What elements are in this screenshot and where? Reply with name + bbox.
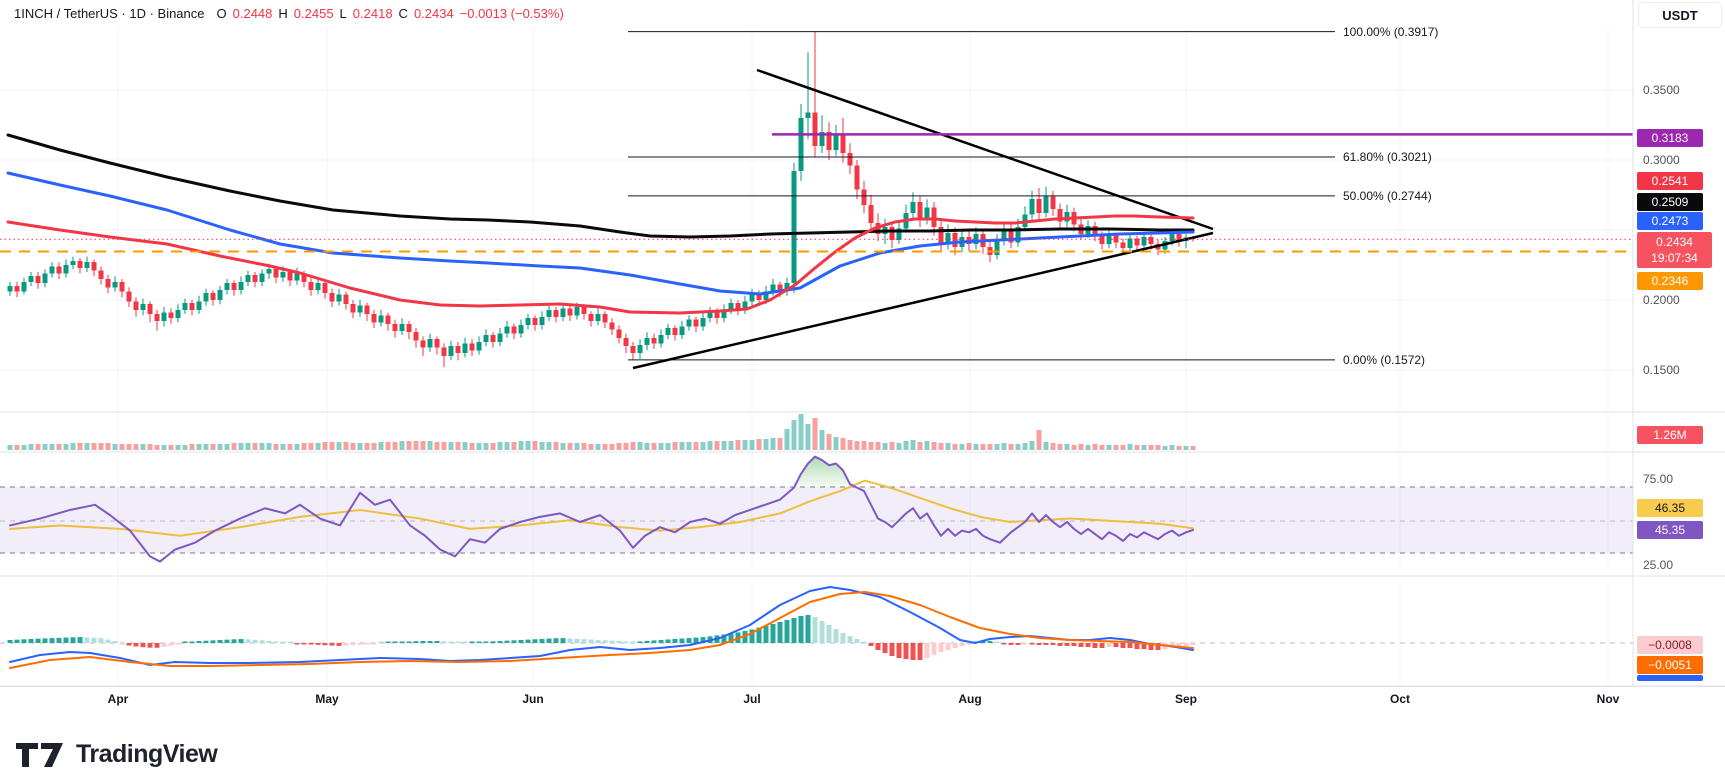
price-badge-orange-level: 0.2346: [1637, 272, 1703, 290]
axis-tick-label: 0.1500: [1643, 363, 1680, 377]
price-badge-purple-level: 0.3183: [1637, 129, 1703, 147]
open-value: 0.2448: [233, 6, 273, 21]
time-axis-label-sep: Sep: [1156, 692, 1216, 706]
macd-hist-badge: −0.0008: [1637, 636, 1703, 654]
fib-label-100[interactable]: 100.00% (0.3917): [1343, 25, 1438, 39]
chart-canvas[interactable]: [0, 0, 1725, 712]
time-axis-label-apr: Apr: [88, 692, 148, 706]
rsi-badge: 45.35: [1637, 521, 1703, 539]
macd-line-badge-clipped: [1637, 675, 1703, 681]
high-label: H: [278, 6, 287, 21]
low-label: L: [340, 6, 347, 21]
axis-tick-label: 25.00: [1643, 558, 1673, 572]
symbol-title: 1INCH / TetherUS · 1D · Binance: [14, 6, 205, 21]
currency-toggle-button[interactable]: USDT: [1638, 2, 1722, 28]
time-axis-label-jun: Jun: [503, 692, 563, 706]
time-axis-label-oct: Oct: [1370, 692, 1430, 706]
footer: TradingView: [0, 712, 1725, 784]
price-badge-ma-red: 0.2541: [1637, 172, 1703, 190]
fib-label-0[interactable]: 0.00% (0.1572): [1343, 353, 1425, 367]
axis-tick-label: 0.2000: [1643, 293, 1680, 307]
axis-tick-label: 0.3000: [1643, 153, 1680, 167]
open-label: O: [217, 6, 227, 21]
rsi-ma-badge: 46.35: [1637, 499, 1703, 517]
price-axis[interactable]: 0.3500 0.3000 0.2000 0.1500 75.00 25.00 0.318…: [1633, 0, 1725, 712]
tradingview-logo[interactable]: TradingView: [14, 737, 217, 771]
time-axis-label-jul: Jul: [722, 692, 782, 706]
axis-tick-label: 75.00: [1643, 472, 1673, 486]
tradingview-logo-text: TradingView: [76, 740, 217, 769]
macd-signal-badge: −0.0051: [1637, 656, 1703, 674]
change-value: −0.0013 (−0.53%): [460, 6, 564, 21]
last-price-value: 0.2434: [1656, 234, 1693, 250]
fib-label-61-8[interactable]: 61.80% (0.3021): [1343, 150, 1432, 164]
time-axis[interactable]: Apr May Jun Jul Aug Sep Oct Nov: [0, 686, 1725, 713]
axis-tick-label: 0.3500: [1643, 83, 1680, 97]
high-value: 0.2455: [294, 6, 334, 21]
tradingview-chart-page: { "header": { "symbol_title": "1INCH / T…: [0, 0, 1725, 784]
tradingview-logo-icon: [14, 737, 66, 771]
ohlc-legend: 1INCH / TetherUS · 1D · Binance O0.2448 …: [14, 6, 564, 21]
volume-badge: 1.26M: [1637, 426, 1703, 444]
price-badge-ma-black: 0.2509: [1637, 193, 1703, 211]
time-axis-label-nov: Nov: [1578, 692, 1638, 706]
time-axis-label-may: May: [297, 692, 357, 706]
close-value: 0.2434: [414, 6, 454, 21]
low-value: 0.2418: [353, 6, 393, 21]
price-badge-ma-blue: 0.2473: [1637, 212, 1703, 230]
bar-countdown: 19:07:34: [1651, 250, 1698, 266]
time-axis-label-aug: Aug: [940, 692, 1000, 706]
close-label: C: [399, 6, 408, 21]
last-price-badge: 0.2434 19:07:34: [1637, 232, 1712, 268]
fib-label-50[interactable]: 50.00% (0.2744): [1343, 189, 1432, 203]
